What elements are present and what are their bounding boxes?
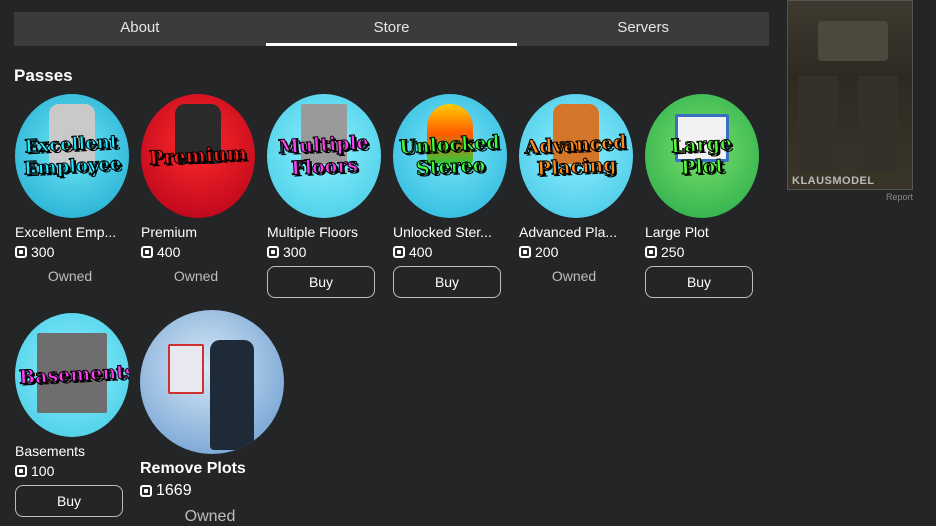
pass-image-text: Excellent Employee <box>23 131 123 180</box>
pass-price: 100 <box>15 463 129 479</box>
robux-icon <box>15 465 27 477</box>
tab-store[interactable]: Store <box>265 12 518 46</box>
owned-status: Owned <box>47 268 93 284</box>
ad-shape <box>798 76 838 171</box>
pass-name: Remove Plots <box>140 460 246 477</box>
pass-image-text: Large Plot <box>670 132 733 180</box>
pass-card[interactable]: Advanced Placing Advanced Pla... 200 Own… <box>519 94 633 284</box>
pass-name: Excellent Emp... <box>15 224 117 240</box>
pass-card[interactable]: Remove Plots 1669 Owned <box>140 310 290 526</box>
pass-thumbnail[interactable]: Basements <box>15 313 129 437</box>
report-link[interactable]: Report <box>886 192 913 202</box>
pass-image-text: Premium <box>148 142 248 170</box>
pass-card[interactable]: Excellent Employee Excellent Emp... 300 … <box>15 94 129 284</box>
pass-thumbnail[interactable]: Premium <box>141 94 255 218</box>
price-value: 400 <box>157 244 181 260</box>
price-value: 400 <box>409 244 433 260</box>
robux-icon <box>141 246 153 258</box>
price-value: 100 <box>31 463 55 479</box>
pass-card[interactable]: Multiple Floors Multiple Floors 300 Buy <box>267 94 381 298</box>
pass-name: Unlocked Ster... <box>393 224 492 240</box>
owned-status: Owned <box>551 268 597 284</box>
pass-image-text: Unlocked Stereo <box>398 131 501 180</box>
owned-status: Owned <box>173 268 219 284</box>
pass-card[interactable]: Large Plot Large Plot 250 Buy <box>645 94 759 298</box>
ad-watermark: KLAUSMODEL <box>792 175 875 187</box>
pass-name: Large Plot <box>645 224 709 240</box>
owned-status: Owned <box>184 508 236 525</box>
pass-thumbnail[interactable] <box>140 310 284 454</box>
pass-card[interactable]: Premium Premium 400 Owned <box>141 94 255 284</box>
pass-price: 1669 <box>140 482 290 500</box>
price-value: 300 <box>283 244 307 260</box>
pass-image-text: Advanced Placing <box>523 131 627 181</box>
pass-card[interactable]: Basements Basements 100 Buy <box>15 313 129 517</box>
robux-icon <box>393 246 405 258</box>
robux-icon <box>267 246 279 258</box>
pass-price: 300 <box>15 244 129 260</box>
pass-price: 300 <box>267 244 381 260</box>
pass-name: Advanced Pla... <box>519 224 618 240</box>
pass-thumbnail[interactable]: Unlocked Stereo <box>393 94 507 218</box>
robux-icon <box>519 246 531 258</box>
price-value: 200 <box>535 244 559 260</box>
robux-icon <box>645 246 657 258</box>
pass-name: Multiple Floors <box>267 224 359 240</box>
pass-image-text: Basements <box>18 360 129 389</box>
price-value: 250 <box>661 244 685 260</box>
price-value: 1669 <box>156 482 192 499</box>
robux-icon <box>140 485 152 497</box>
buy-button[interactable]: Buy <box>267 266 375 298</box>
tab-about[interactable]: About <box>14 12 266 46</box>
buy-button[interactable]: Buy <box>15 485 123 517</box>
ad-shape <box>818 21 888 61</box>
pass-thumbnail[interactable]: Advanced Placing <box>519 94 633 218</box>
no-sale-sign-figure <box>168 344 204 394</box>
pass-thumbnail[interactable]: Excellent Employee <box>15 94 129 218</box>
section-title: Passes <box>14 66 73 85</box>
pass-thumbnail[interactable]: Large Plot <box>645 94 759 218</box>
pass-price: 400 <box>393 244 507 260</box>
pass-price: 250 <box>645 244 759 260</box>
pass-image-text: Multiple Floors <box>277 131 370 180</box>
tab-bar: About Store Servers <box>14 12 769 46</box>
buy-button[interactable]: Buy <box>393 266 501 298</box>
pass-thumbnail[interactable]: Multiple Floors <box>267 94 381 218</box>
price-value: 300 <box>31 244 55 260</box>
ad-shape <box>858 76 898 171</box>
pass-name: Premium <box>141 224 198 240</box>
pass-price: 200 <box>519 244 633 260</box>
pass-card[interactable]: Unlocked Stereo Unlocked Ster... 400 Buy <box>393 94 507 298</box>
sponsored-ad-image[interactable]: KLAUSMODEL <box>787 0 913 190</box>
buy-button[interactable]: Buy <box>645 266 753 298</box>
avatar-figure <box>210 340 254 450</box>
robux-icon <box>15 246 27 258</box>
pass-name: Basements <box>15 443 86 459</box>
tab-servers[interactable]: Servers <box>517 12 769 46</box>
pass-price: 400 <box>141 244 255 260</box>
